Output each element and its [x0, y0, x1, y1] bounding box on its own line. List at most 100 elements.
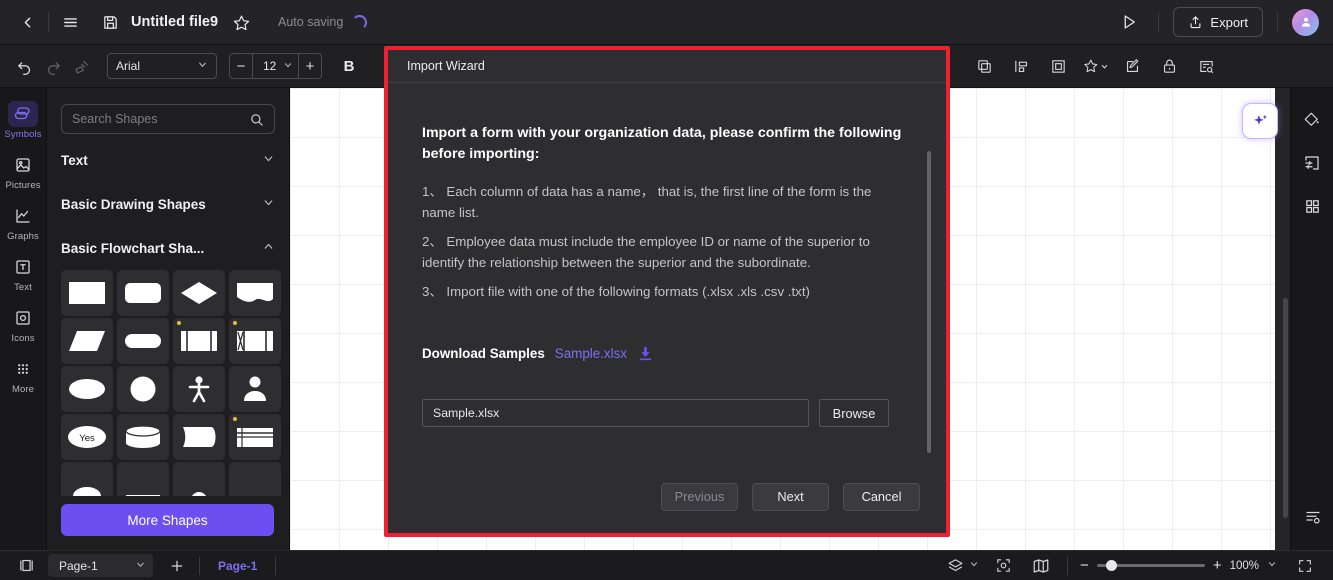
sidebar-item-pictures[interactable]: Pictures — [1, 147, 45, 195]
next-button[interactable]: Next — [752, 482, 829, 511]
shape-person[interactable] — [229, 366, 281, 412]
font-size-increase-button[interactable]: + — [299, 54, 321, 78]
font-family-select[interactable]: Arial — [107, 53, 217, 79]
section-basic-drawing-shapes[interactable]: Basic Drawing Shapes — [47, 186, 289, 222]
page-tab-page-1[interactable]: Page-1 — [208, 559, 267, 573]
find-replace-icon[interactable] — [1192, 52, 1221, 81]
zoom-out-button[interactable]: − — [1080, 557, 1089, 574]
play-present-icon[interactable] — [1114, 7, 1144, 37]
cancel-button[interactable]: Cancel — [843, 482, 920, 511]
shape-decision-yes[interactable]: Yes — [61, 414, 113, 460]
shape-partial-d[interactable] — [229, 462, 281, 496]
lock-icon[interactable] — [1155, 52, 1184, 81]
sidebar-item-graphs[interactable]: Graphs — [1, 198, 45, 246]
fill-paint-icon[interactable] — [1296, 104, 1328, 136]
shape-diamond[interactable] — [173, 270, 225, 316]
bold-button[interactable]: B — [336, 53, 362, 79]
shape-predefined-process[interactable] — [173, 318, 225, 364]
section-text[interactable]: Text — [47, 142, 289, 178]
focus-target-icon[interactable] — [989, 554, 1017, 578]
download-samples-label: Download Samples — [422, 346, 545, 362]
shape-partial-a[interactable] — [61, 462, 113, 496]
shape-document[interactable] — [229, 270, 281, 316]
sidebar-item-text[interactable]: Text — [1, 249, 45, 297]
zoom-slider-knob[interactable] — [1105, 560, 1117, 571]
shape-stadium[interactable] — [117, 318, 169, 364]
chevron-down-icon — [1100, 62, 1109, 71]
star-icon[interactable] — [226, 7, 256, 37]
chevron-down-icon — [262, 196, 275, 212]
shape-actor[interactable] — [173, 366, 225, 412]
shape-ellipse[interactable] — [61, 366, 113, 412]
format-painter-icon[interactable] — [68, 52, 97, 81]
shape-rectangle[interactable] — [61, 270, 113, 316]
shape-cylinder[interactable] — [117, 414, 169, 460]
divider — [1158, 12, 1160, 32]
ai-assistant-button[interactable] — [1242, 103, 1278, 139]
user-avatar[interactable] — [1292, 8, 1319, 36]
back-arrow-icon[interactable] — [12, 7, 42, 37]
layers-icon[interactable] — [941, 554, 969, 578]
file-title[interactable]: Untitled file9 — [131, 14, 218, 30]
shape-partial-c[interactable] — [173, 462, 225, 496]
redo-icon[interactable] — [39, 52, 68, 81]
shape-circle[interactable] — [117, 366, 169, 412]
sidebar-item-icons[interactable]: Icons — [1, 300, 45, 348]
font-size-select[interactable]: 12 — [252, 54, 299, 78]
search-shapes-field[interactable] — [61, 104, 275, 134]
group-icon[interactable] — [1044, 52, 1073, 81]
shape-parallelogram[interactable] — [61, 318, 113, 364]
list-settings-icon[interactable] — [1297, 501, 1329, 533]
shape-rounded-rectangle[interactable] — [117, 270, 169, 316]
search-icon[interactable] — [249, 112, 264, 127]
chevron-down-icon[interactable] — [969, 559, 979, 572]
shape-delay[interactable] — [173, 414, 225, 460]
browse-button[interactable]: Browse — [819, 399, 889, 428]
section-basic-flowchart-shapes[interactable]: Basic Flowchart Sha... — [47, 230, 289, 266]
previous-button[interactable]: Previous — [661, 482, 738, 511]
shape-internal-storage[interactable] — [229, 318, 281, 364]
duplicate-icon[interactable] — [970, 52, 999, 81]
dialog-title: Import Wizard — [407, 59, 485, 73]
download-icon[interactable] — [637, 345, 654, 362]
sidebar-item-more[interactable]: More — [1, 351, 45, 399]
divider — [1277, 12, 1278, 32]
align-icon[interactable] — [1007, 52, 1036, 81]
chevron-down-icon[interactable] — [1267, 559, 1277, 572]
right-tool-rail — [1290, 88, 1333, 550]
sample-file-link[interactable]: Sample.xlsx — [555, 346, 627, 361]
chevron-down-icon — [135, 559, 146, 573]
undo-icon[interactable] — [10, 52, 39, 81]
zoom-in-button[interactable]: + — [1213, 557, 1222, 574]
file-path-input[interactable] — [422, 399, 809, 428]
edit-pen-icon[interactable] — [1118, 52, 1147, 81]
dialog-scrollbar[interactable] — [927, 151, 931, 453]
sidebar-item-symbols[interactable]: Symbols — [1, 96, 45, 144]
search-input[interactable] — [72, 112, 249, 126]
shape-table[interactable] — [229, 414, 281, 460]
font-size-decrease-button[interactable]: − — [230, 54, 252, 78]
text-icon — [8, 254, 38, 280]
hamburger-menu-icon[interactable] — [55, 7, 85, 37]
title-bar: Untitled file9 Auto saving Export — [0, 0, 1333, 45]
canvas-vertical-scrollbar[interactable] — [1283, 298, 1288, 518]
sidebar-item-label: More — [11, 384, 35, 395]
export-button[interactable]: Export — [1173, 7, 1263, 37]
effects-icon[interactable] — [1081, 52, 1110, 81]
requirement-item: 1、 Each column of data has a name， that … — [422, 184, 872, 221]
import-wizard-dialog: Import Wizard Import a form with your or… — [388, 50, 946, 533]
map-overview-icon[interactable] — [1027, 554, 1055, 578]
fullscreen-icon[interactable] — [1291, 554, 1319, 578]
page-select[interactable]: Page-1 — [48, 554, 153, 577]
sidebar-item-label: Symbols — [4, 129, 42, 140]
chevron-down-icon — [262, 152, 275, 168]
app-grid-icon[interactable] — [1296, 190, 1328, 222]
more-shapes-button[interactable]: More Shapes — [61, 504, 274, 536]
shape-partial-b[interactable] — [117, 462, 169, 496]
page-settings-icon[interactable] — [1296, 147, 1328, 179]
zoom-slider[interactable] — [1096, 560, 1205, 571]
save-disk-icon[interactable] — [95, 7, 125, 37]
zoom-level-value[interactable]: 100% — [1230, 560, 1259, 572]
add-page-button[interactable] — [163, 554, 191, 578]
panel-toggle-icon[interactable] — [12, 554, 40, 578]
